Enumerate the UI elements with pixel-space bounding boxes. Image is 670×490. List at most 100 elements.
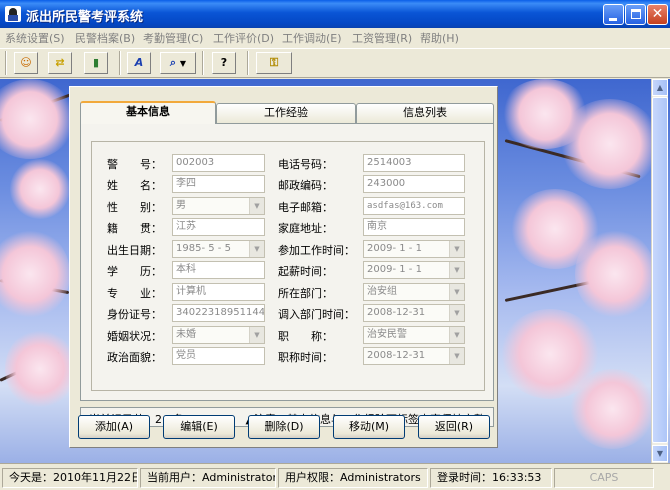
add-button[interactable]: 添加(A)	[78, 415, 150, 439]
toolbar-separator	[202, 51, 204, 75]
toolbar-separator	[5, 51, 7, 75]
gender-value: 男	[176, 200, 186, 211]
label-major: 专 业：	[107, 287, 162, 300]
label-gender: 性 别：	[107, 201, 162, 214]
department-value: 治安组	[367, 286, 397, 297]
id-number-field[interactable]: 340223189511444	[172, 304, 265, 322]
work-start-date-picker[interactable]: 2009- 1 - 1 ▼	[363, 240, 465, 258]
birth-date-value: 1985- 5 - 5	[176, 243, 231, 254]
search-button[interactable]: ⌕ ▼	[160, 52, 196, 74]
badge-number-field[interactable]: 002003	[172, 154, 265, 172]
label-id-number: 身份证号：	[107, 308, 162, 321]
return-button[interactable]: 返回(R)	[418, 415, 490, 439]
menu-salary[interactable]: 工资管理(R)	[352, 30, 412, 46]
political-status-field[interactable]: 党员	[172, 347, 265, 365]
salary-start-date-value: 2009- 1 - 1	[367, 264, 422, 275]
blossom	[0, 229, 70, 319]
label-education: 学 历：	[107, 265, 162, 278]
form-groupbox: 警 号： 002003 姓 名： 李四 性 别： 男 ▼ 籍 贯： 江苏 出生日期…	[91, 141, 485, 391]
scroll-down-button[interactable]: ▼	[652, 445, 668, 462]
user-permission: 用户权限：Administrators	[278, 468, 428, 488]
blossom	[575, 229, 655, 319]
chevron-down-icon[interactable]: ▼	[449, 262, 464, 278]
label-title-date: 职称时间：	[278, 351, 333, 364]
menu-police-archive[interactable]: 民警档案(B)	[75, 30, 135, 46]
exit-button[interactable]: ▮	[84, 52, 108, 74]
chevron-down-icon[interactable]: ▼	[249, 241, 264, 257]
chevron-down-icon[interactable]: ▼	[249, 198, 264, 214]
font-button[interactable]: A	[127, 52, 151, 74]
salary-start-date-picker[interactable]: 2009- 1 - 1 ▼	[363, 261, 465, 279]
user-icon: ☺	[20, 56, 32, 69]
menu-work-evaluation[interactable]: 工作评价(D)	[213, 30, 274, 46]
scroll-thumb[interactable]	[652, 97, 668, 443]
job-title-select[interactable]: 治安民警 ▼	[363, 326, 465, 344]
scroll-up-button[interactable]: ▲	[652, 79, 668, 96]
user-button[interactable]: ☺	[14, 52, 38, 74]
help-button[interactable]: ?	[212, 52, 236, 74]
menu-help[interactable]: 帮助(H)	[420, 30, 459, 46]
font-icon: A	[134, 56, 144, 69]
birth-date-picker[interactable]: 1985- 5 - 5 ▼	[172, 240, 265, 258]
minimize-button[interactable]	[603, 4, 624, 25]
menu-attendance[interactable]: 考勤管理(C)	[143, 30, 203, 46]
blossom	[570, 369, 655, 449]
chevron-down-icon[interactable]: ▼	[249, 327, 264, 343]
status-bar: 今天是：2010年11月22日 当前用户：Administrator 用户权限：…	[0, 463, 670, 490]
exit-door-icon: ▮	[92, 56, 100, 69]
chevron-down-icon: ▼	[656, 449, 664, 458]
major-field[interactable]: 计算机	[172, 283, 265, 301]
login-time: 登录时间：16:33:53	[430, 468, 552, 488]
tab-work-experience[interactable]: 工作经验	[216, 103, 356, 123]
marital-status-value: 未婚	[176, 329, 196, 340]
phone-field[interactable]: 2514003	[363, 154, 465, 172]
move-button[interactable]: 移动(M)	[333, 415, 405, 439]
chevron-down-icon[interactable]: ▼	[449, 305, 464, 321]
menu-system-settings[interactable]: 系统设置(S)	[5, 30, 65, 46]
close-icon: ✕	[651, 6, 664, 22]
label-name: 姓 名：	[107, 179, 162, 192]
chevron-down-icon[interactable]: ▼	[449, 348, 464, 364]
maximize-button[interactable]	[625, 4, 646, 25]
maximize-icon	[631, 9, 641, 19]
current-user: 当前用户：Administrator	[140, 468, 276, 488]
vertical-scrollbar[interactable]: ▲ ▼	[651, 79, 668, 463]
delete-button[interactable]: 删除(D)	[248, 415, 320, 439]
email-field[interactable]: asdfas@163.com	[363, 197, 465, 215]
name-field[interactable]: 李四	[172, 175, 265, 193]
chevron-down-icon[interactable]: ▼	[449, 241, 464, 257]
edit-button[interactable]: 编辑(E)	[163, 415, 235, 439]
marital-status-select[interactable]: 未婚 ▼	[172, 326, 265, 344]
postal-code-field[interactable]: 243000	[363, 175, 465, 193]
chevron-down-icon[interactable]: ▼	[449, 284, 464, 300]
chevron-down-icon: ▼	[179, 59, 187, 68]
transfer-date-value: 2008-12-31	[367, 307, 426, 318]
label-badge-number: 警 号：	[107, 158, 162, 171]
label-political-status: 政治面貌：	[107, 351, 162, 364]
police-info-panel: 基本信息 工作经验 信息列表 警 号： 002003 姓 名： 李四 性 别： …	[69, 86, 498, 448]
tab-basic-info[interactable]: 基本信息	[80, 101, 216, 124]
tab-strip: 基本信息 工作经验 信息列表	[80, 101, 494, 124]
job-title-value: 治安民警	[367, 329, 407, 340]
basic-info-page: 警 号： 002003 姓 名： 李四 性 别： 男 ▼ 籍 贯： 江苏 出生日期…	[80, 123, 494, 401]
chevron-down-icon[interactable]: ▼	[449, 327, 464, 343]
label-email: 电子邮箱：	[278, 201, 333, 214]
gender-select[interactable]: 男 ▼	[172, 197, 265, 215]
label-salary-start-date: 起薪时间：	[278, 265, 333, 278]
app-police-icon[interactable]	[5, 6, 21, 22]
transfer-date-picker[interactable]: 2008-12-31 ▼	[363, 304, 465, 322]
tab-info-list[interactable]: 信息列表	[356, 103, 494, 123]
native-place-field[interactable]: 江苏	[172, 218, 265, 236]
blossom	[560, 99, 660, 189]
exchange-button[interactable]: ⇄	[48, 52, 72, 74]
education-field[interactable]: 本科	[172, 261, 265, 279]
close-button[interactable]: ✕	[647, 4, 668, 25]
today-date: 今天是：2010年11月22日	[2, 468, 138, 488]
menu-work-transfer[interactable]: 工作调动(E)	[282, 30, 342, 46]
title-date-picker[interactable]: 2008-12-31 ▼	[363, 347, 465, 365]
home-address-field[interactable]: 南京	[363, 218, 465, 236]
key-button[interactable]: ⚿	[256, 52, 292, 74]
label-home-address: 家庭地址：	[278, 222, 333, 235]
department-select[interactable]: 治安组 ▼	[363, 283, 465, 301]
blossom	[10, 159, 70, 219]
